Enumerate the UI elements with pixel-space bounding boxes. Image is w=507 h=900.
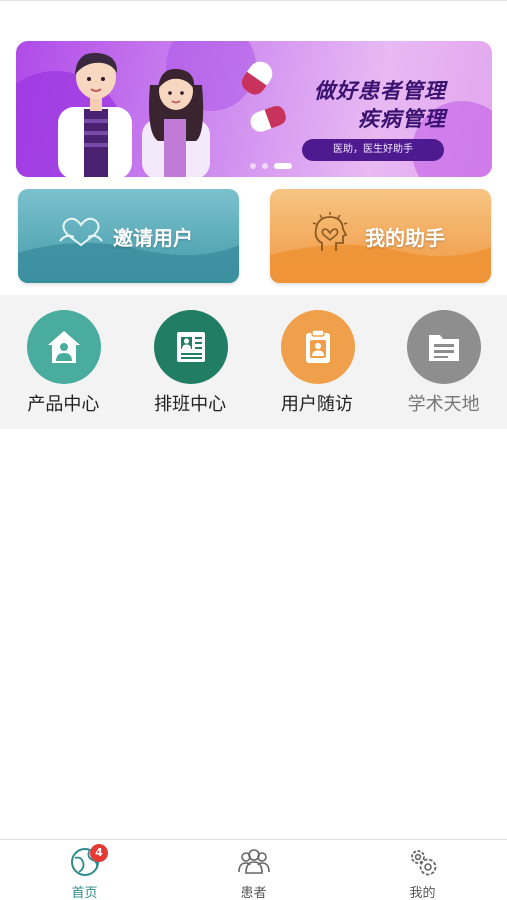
carousel-indicator[interactable] [250, 163, 292, 169]
tab-mine[interactable]: 我的 [338, 840, 507, 900]
carousel-dot[interactable] [262, 163, 268, 169]
grid-item-user-followup[interactable]: 用户随访 [254, 295, 381, 429]
grid-item-schedule-center[interactable]: 排班中心 [127, 295, 254, 429]
my-assistant-card[interactable]: 我的助手 [270, 189, 491, 283]
clipboard-user-icon [280, 310, 355, 384]
grid-item-label: 产品中心 [27, 394, 100, 415]
home-screen: 做好患者管理 疾病管理 医助，医生好助手 邀请用户 我的助手 产品中心 排班中心… [0, 0, 507, 900]
grid-item-label: 学术天地 [407, 394, 480, 415]
gears-icon [410, 850, 436, 876]
head-heart-icon [312, 212, 348, 251]
heart-hands-icon [59, 217, 103, 247]
tab-patients[interactable]: 患者 [169, 840, 338, 900]
doctors-illustration [58, 52, 210, 177]
tab-patients-label: 患者 [240, 886, 267, 900]
bottom-tab-bar: 4 首页 患者 我的 [0, 839, 507, 900]
tab-home[interactable]: 4 首页 [0, 840, 169, 900]
grid-item-academic-world[interactable]: 学术天地 [380, 295, 507, 429]
feature-grid: 产品中心 排班中心 用户随访 学术天地 [0, 295, 507, 429]
carousel-dot[interactable] [250, 163, 256, 169]
banner-title: 做好患者管理 [314, 78, 446, 103]
promo-banner[interactable]: 做好患者管理 疾病管理 医助，医生好助手 [16, 41, 492, 177]
notification-badge: 4 [90, 844, 108, 862]
my-assistant-label: 我的助手 [365, 226, 445, 250]
folder-icon [407, 310, 482, 384]
schedule-book-icon [153, 310, 228, 384]
grid-item-label: 排班中心 [154, 394, 227, 415]
invite-user-label: 邀请用户 [113, 226, 193, 250]
carousel-dot-active[interactable] [274, 163, 292, 169]
pills-illustration [241, 61, 286, 132]
users-icon [237, 849, 270, 874]
invite-user-card[interactable]: 邀请用户 [18, 189, 239, 283]
tab-mine-label: 我的 [409, 886, 436, 900]
banner-subtitle: 疾病管理 [358, 106, 446, 131]
banner-tagline: 医助，医生好助手 [302, 139, 444, 161]
grid-item-product-center[interactable]: 产品中心 [0, 295, 127, 429]
tab-home-label: 首页 [71, 886, 98, 900]
house-icon [27, 310, 101, 384]
grid-item-label: 用户随访 [280, 394, 353, 415]
